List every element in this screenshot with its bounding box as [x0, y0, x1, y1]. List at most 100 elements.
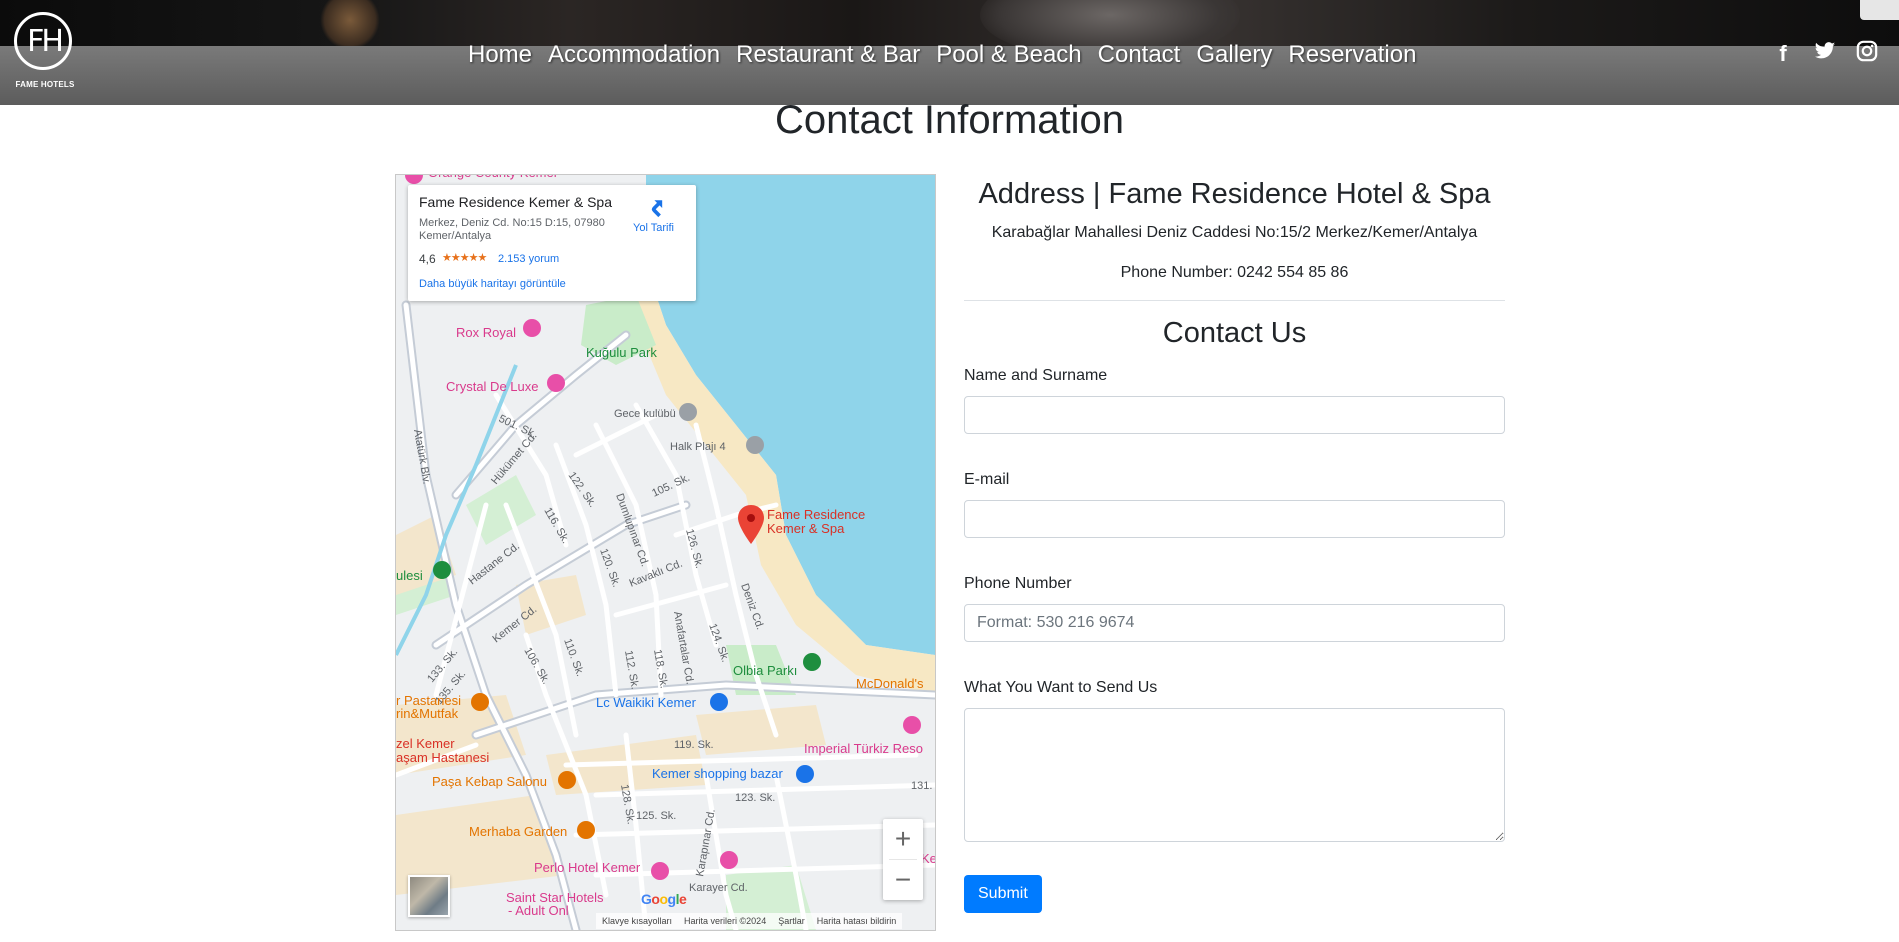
map-data-credit: Harita verileri ©2024: [684, 916, 767, 926]
poi-marker: [558, 771, 576, 789]
logo-brand-text: FAME HOTELS: [15, 80, 75, 89]
poi-marker: [405, 175, 423, 184]
map-pin-label: Fame Residence: [767, 507, 865, 522]
map-label: - Adult Onl: [508, 903, 569, 918]
hero-decoration: [1860, 0, 1899, 20]
map-pin-label: Kemer & Spa: [767, 521, 845, 536]
map-label: 124. Sk.: [706, 622, 731, 664]
zoom-out-button[interactable]: −: [883, 860, 923, 900]
form-spacer: [964, 642, 1505, 677]
zoom-in-button[interactable]: +: [883, 819, 923, 859]
map-label: 126. Sk.: [683, 528, 705, 570]
twitter-icon[interactable]: [1813, 40, 1837, 69]
map-place-card: Fame Residence Kemer & Spa Merkez, Deniz…: [408, 185, 696, 301]
map-label: 125. Sk.: [636, 810, 676, 822]
map-label: Halk Plajı 4: [670, 441, 726, 453]
map-label: Ke: [921, 851, 935, 866]
contact-column: Address | Fame Residence Hotel & Spa Kar…: [964, 174, 1505, 913]
map-label: Olbia Parkı: [733, 663, 797, 678]
map-footer: Klavye kısayolları Harita verileri ©2024…: [596, 913, 903, 929]
phone-label: Phone Number: [964, 575, 1072, 592]
map-label: rin&Mutfak: [396, 706, 459, 721]
contact-us-title: Contact Us: [1162, 317, 1307, 349]
poi-marker: [679, 403, 697, 421]
map-label: aşam Hastanesi: [396, 750, 489, 765]
email-label: E-mail: [964, 471, 1010, 488]
map-label: 105. Sk.: [650, 472, 692, 500]
satellite-toggle-button[interactable]: [408, 875, 450, 917]
map-label: Kemer shopping bazar: [652, 766, 783, 781]
directions-icon[interactable]: [645, 197, 669, 218]
poi-marker: [523, 319, 541, 337]
map-label: Karayer Cd.: [689, 882, 748, 894]
poi-marker: [710, 693, 728, 711]
name-input[interactable]: [964, 396, 1505, 434]
poi-marker: [720, 851, 738, 869]
nav-pool-beach[interactable]: Pool & Beach: [928, 38, 1089, 72]
map-label: 112. Sk.: [622, 649, 641, 690]
map-label: Crystal De Luxe: [446, 379, 538, 394]
location-pin-dot: [747, 514, 755, 522]
nav-accommodation[interactable]: Accommodation: [540, 38, 728, 72]
nav-reservation[interactable]: Reservation: [1280, 38, 1424, 72]
directions-link[interactable]: Yol Tarifi: [633, 222, 674, 234]
poi-marker: [651, 862, 669, 880]
phone-input[interactable]: [964, 604, 1505, 642]
message-label: What You Want to Send Us: [964, 679, 1158, 696]
logo-monogram: FH: [27, 24, 64, 59]
nav-contact[interactable]: Contact: [1090, 38, 1189, 72]
poi-marker: [746, 436, 764, 454]
map-label: 118. Sk.: [651, 648, 670, 689]
map-label: Atatürk Blv.: [411, 428, 432, 485]
main-nav: Home Accommodation Restaurant & Bar Pool…: [460, 38, 1424, 72]
map-label: Imperial Türkiz Reso: [804, 741, 923, 756]
terms-link[interactable]: Şartlar: [778, 913, 805, 929]
poi-marker: [577, 821, 595, 839]
map-zoom-control: + −: [883, 819, 923, 900]
phone-number-text: Phone Number: 0242 554 85 86: [1120, 264, 1349, 281]
map-label: Perlo Hotel Kemer: [534, 860, 641, 875]
hero-decoration: [320, 0, 380, 46]
larger-map-link[interactable]: Daha büyük haritayı görüntüle: [419, 278, 566, 290]
poi-marker: [903, 716, 921, 734]
map-place-address: Merkez, Deniz Cd. No:15 D:15, 07980 Keme…: [419, 217, 605, 242]
page-title: Contact Information: [774, 98, 1125, 142]
map-label: ulesi: [396, 568, 423, 583]
map-label: zel Kemer: [396, 736, 455, 751]
submit-button[interactable]: Submit: [964, 875, 1042, 913]
nav-restaurant-bar[interactable]: Restaurant & Bar: [728, 38, 928, 72]
google-logo: Google: [641, 891, 687, 907]
map-label: Paşa Kebap Salonu: [432, 774, 547, 789]
keyboard-shortcuts-link[interactable]: Klavye kısayolları: [602, 913, 672, 929]
poi-marker: [433, 561, 451, 579]
map-label: Lc Waikiki Kemer: [596, 695, 697, 710]
map-label: McDonald's: [856, 676, 924, 691]
nav-gallery[interactable]: Gallery: [1188, 38, 1280, 72]
poi-marker: [803, 653, 821, 671]
map-label: Rox Royal: [456, 325, 516, 340]
map-rating: 4,6: [419, 252, 436, 266]
map-label: Anafartalar Cd.: [671, 610, 696, 685]
message-textarea[interactable]: [964, 708, 1505, 842]
name-label: Name and Surname: [964, 367, 1108, 384]
email-input[interactable]: [964, 500, 1505, 538]
facebook-icon[interactable]: f: [1771, 40, 1795, 69]
section-divider: [964, 300, 1505, 301]
map-label: Orange County Kemer: [428, 175, 559, 180]
instagram-icon[interactable]: [1855, 40, 1879, 69]
report-map-error-link[interactable]: Harita hatası bildirin: [817, 913, 897, 929]
form-spacer: [964, 538, 1505, 573]
nav-home[interactable]: Home: [460, 38, 540, 72]
map-label: Merhaba Garden: [469, 824, 567, 839]
map-place-name: Fame Residence Kemer & Spa: [419, 194, 612, 210]
brand-logo[interactable]: FH FAME HOTELS: [12, 10, 78, 90]
map-label: Gece kulübü: [614, 408, 676, 420]
map-embed[interactable]: Orange County Kemer Rox Royal Kuğulu Park C…: [395, 174, 936, 931]
poi-marker: [547, 374, 565, 392]
map-label: 123. Sk.: [735, 792, 775, 804]
star-rating-icon: ★★★★★: [442, 252, 487, 264]
map-reviews-link[interactable]: 2.153 yorum: [498, 253, 559, 265]
form-spacer: [964, 434, 1505, 469]
poi-marker: [471, 693, 489, 711]
address-text: Karabağlar Mahallesi Deniz Caddesi No:15…: [991, 224, 1478, 241]
